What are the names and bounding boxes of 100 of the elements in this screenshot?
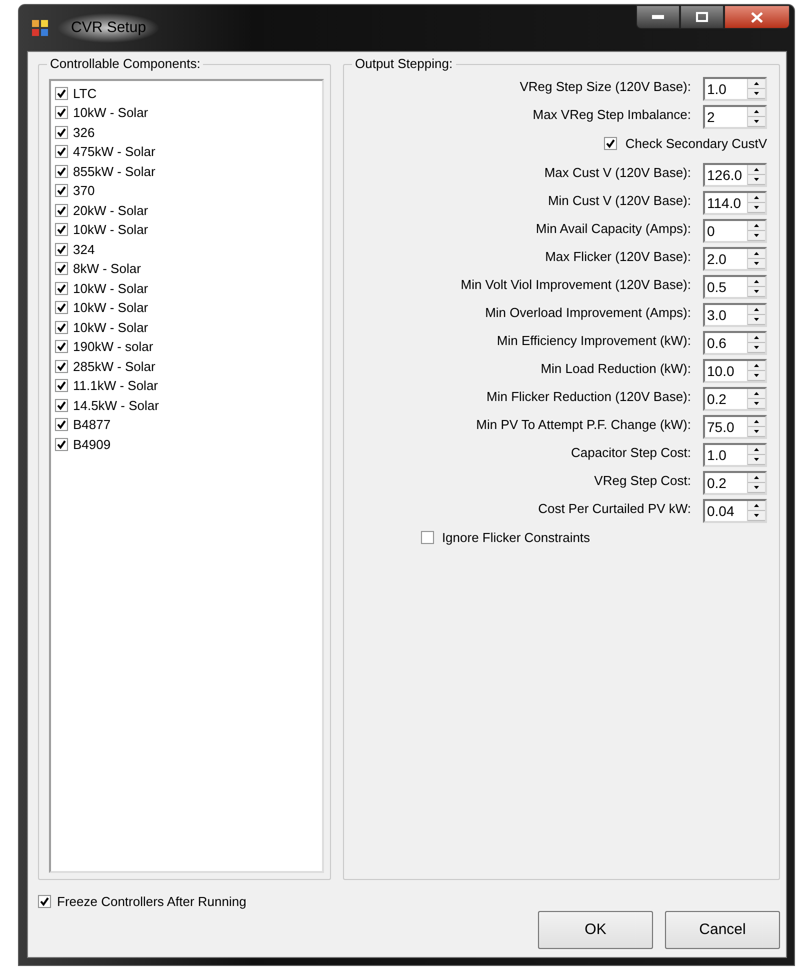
spinner-field[interactable]: 10.0 bbox=[703, 358, 767, 382]
up-arrow-icon[interactable] bbox=[754, 168, 759, 170]
checkbox[interactable] bbox=[604, 137, 618, 150]
up-arrow-icon[interactable] bbox=[754, 196, 759, 198]
list-item-label: 855kW - Solar bbox=[73, 164, 156, 178]
checkbox[interactable] bbox=[55, 262, 68, 276]
field-label: Min PV To Attempt P.F. Change (kW): bbox=[475, 416, 691, 434]
minimize-icon bbox=[652, 15, 664, 19]
down-arrow-icon[interactable] bbox=[754, 92, 759, 94]
checkbox[interactable] bbox=[55, 164, 68, 178]
down-arrow-icon[interactable] bbox=[754, 514, 759, 516]
up-arrow-icon[interactable] bbox=[754, 392, 759, 394]
field-label: Max Cust V (120V Base): bbox=[543, 164, 691, 182]
up-arrow-icon[interactable] bbox=[754, 336, 759, 338]
down-arrow-icon[interactable] bbox=[754, 234, 759, 236]
checkbox[interactable] bbox=[420, 531, 434, 544]
list-item-label: B4877 bbox=[73, 418, 111, 432]
checkbox[interactable] bbox=[55, 340, 68, 354]
spinner-field[interactable]: 1.0 bbox=[703, 442, 767, 466]
checkbox[interactable] bbox=[55, 145, 68, 158]
list-item-label: 11.1kW - Solar bbox=[73, 379, 158, 392]
spinner-field[interactable]: 0.5 bbox=[703, 274, 767, 298]
list-item-label: 14.5kW - Solar bbox=[73, 398, 159, 412]
group-title: Controllable Components: bbox=[47, 56, 204, 72]
field-label: VReg Step Size (120V Base): bbox=[518, 78, 691, 96]
up-arrow-icon[interactable] bbox=[754, 364, 759, 366]
checkbox-label: Freeze Controllers After Running bbox=[57, 892, 246, 911]
down-arrow-icon[interactable] bbox=[754, 430, 759, 432]
group-title: Output Stepping: bbox=[352, 56, 456, 72]
spinner-field[interactable]: 126.0 bbox=[703, 162, 767, 186]
down-arrow-icon[interactable] bbox=[754, 402, 759, 404]
checkbox[interactable] bbox=[55, 184, 68, 198]
field-label: Min Avail Capacity (Amps): bbox=[534, 220, 691, 238]
close-icon bbox=[751, 12, 763, 22]
checkbox[interactable] bbox=[55, 360, 68, 373]
checkbox[interactable] bbox=[55, 398, 68, 412]
minimize-button[interactable] bbox=[636, 5, 680, 29]
down-arrow-icon[interactable] bbox=[754, 318, 759, 320]
up-arrow-icon[interactable] bbox=[754, 82, 759, 84]
checkbox[interactable] bbox=[55, 223, 68, 236]
down-arrow-icon[interactable] bbox=[754, 206, 759, 208]
list-item-label: 10kW - Solar bbox=[73, 320, 148, 334]
checkbox[interactable] bbox=[55, 126, 68, 139]
down-arrow-icon[interactable] bbox=[754, 486, 759, 488]
checkbox[interactable] bbox=[55, 282, 68, 295]
spinner-field[interactable]: 3.0 bbox=[703, 302, 767, 326]
field-label: Cost Per Curtailed PV kW: bbox=[537, 500, 691, 518]
spinner-field[interactable]: 2 bbox=[703, 104, 767, 128]
up-arrow-icon[interactable] bbox=[754, 110, 759, 112]
up-arrow-icon[interactable] bbox=[754, 420, 759, 422]
down-arrow-icon[interactable] bbox=[754, 458, 759, 460]
down-arrow-icon[interactable] bbox=[754, 178, 759, 180]
checkbox[interactable] bbox=[55, 86, 68, 100]
checkbox[interactable] bbox=[55, 438, 68, 451]
spinner-field[interactable]: 114.0 bbox=[703, 190, 767, 214]
up-arrow-icon[interactable] bbox=[754, 252, 759, 254]
checkbox[interactable] bbox=[55, 418, 68, 432]
spinner-field[interactable]: 0.6 bbox=[703, 330, 767, 354]
dialog-button[interactable]: OK bbox=[538, 911, 653, 949]
spinner-field[interactable]: 0.2 bbox=[703, 386, 767, 410]
checkbox[interactable] bbox=[38, 894, 51, 908]
dialog-button[interactable]: Cancel bbox=[665, 911, 780, 949]
checkbox[interactable] bbox=[55, 379, 68, 392]
down-arrow-icon[interactable] bbox=[754, 374, 759, 376]
field-label: Capacitor Step Cost: bbox=[570, 444, 691, 462]
spinner-field[interactable]: 0.2 bbox=[703, 470, 767, 494]
spinner-field[interactable]: 1.0 bbox=[703, 76, 767, 100]
app-icon bbox=[31, 18, 49, 37]
list-item-label: 10kW - Solar bbox=[73, 282, 148, 295]
spinner-field[interactable]: 2.0 bbox=[703, 246, 767, 270]
window-title: CVR Setup bbox=[57, 12, 160, 43]
up-arrow-icon[interactable] bbox=[754, 476, 759, 478]
checkbox[interactable] bbox=[55, 242, 68, 256]
spinner-field[interactable]: 0 bbox=[703, 218, 767, 242]
checkbox[interactable] bbox=[55, 301, 68, 314]
field-label: Min Flicker Reduction (120V Base): bbox=[486, 388, 691, 406]
checkbox[interactable] bbox=[55, 204, 68, 217]
down-arrow-icon[interactable] bbox=[754, 262, 759, 264]
field-label: Max VReg Step Imbalance: bbox=[532, 106, 691, 124]
up-arrow-icon[interactable] bbox=[754, 308, 759, 310]
up-arrow-icon[interactable] bbox=[754, 504, 759, 506]
checkbox[interactable] bbox=[55, 106, 68, 120]
up-arrow-icon[interactable] bbox=[754, 224, 759, 226]
field-label: Min Overload Improvement (Amps): bbox=[484, 304, 691, 322]
maximize-button[interactable] bbox=[680, 5, 724, 29]
up-arrow-icon[interactable] bbox=[754, 448, 759, 450]
down-arrow-icon[interactable] bbox=[754, 120, 759, 122]
field-label: Min Volt Viol Improvement (120V Base): bbox=[460, 276, 691, 294]
close-button[interactable] bbox=[724, 5, 790, 29]
down-arrow-icon[interactable] bbox=[754, 346, 759, 348]
checkbox[interactable] bbox=[55, 320, 68, 334]
down-arrow-icon[interactable] bbox=[754, 290, 759, 292]
maximize-icon bbox=[696, 12, 708, 22]
spinner-field[interactable]: 0.04 bbox=[703, 498, 767, 522]
spinner-field[interactable]: 75.0 bbox=[703, 414, 767, 438]
field-label: Min Efficiency Improvement (kW): bbox=[496, 332, 691, 350]
list-item-label: 326 bbox=[73, 126, 95, 139]
list-item-label: 285kW - Solar bbox=[73, 360, 156, 373]
list-item-label: 20kW - Solar bbox=[73, 204, 148, 217]
up-arrow-icon[interactable] bbox=[754, 280, 759, 282]
